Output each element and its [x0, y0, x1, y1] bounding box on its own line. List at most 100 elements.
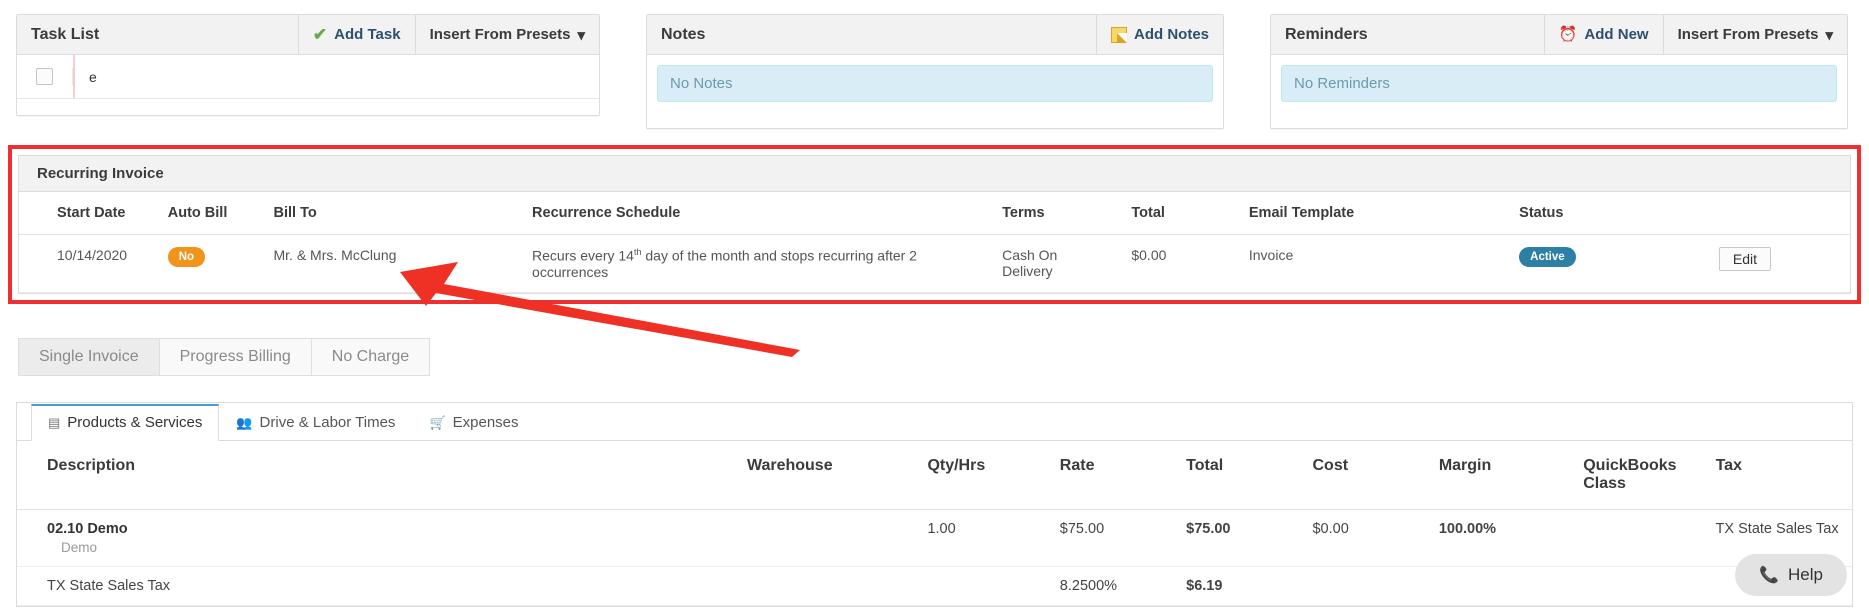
add-task-button[interactable]: ✔ Add Task	[297, 15, 415, 54]
column-header-actions	[1708, 192, 1850, 235]
cell-cost: $0.00	[1304, 509, 1431, 567]
phone-icon: 📞	[1759, 567, 1780, 584]
reminders-body: No Reminders	[1271, 65, 1847, 128]
recurring-invoice-highlight: Recurring Invoice Start Date Auto Bill B…	[8, 145, 1861, 304]
chevron-down-icon: ▾	[1825, 26, 1833, 44]
recurrence-text-pre: Recurs every 14	[532, 247, 634, 264]
top-panels-row: Task List ✔ Add Task Insert From Presets…	[0, 0, 1869, 129]
task-list-body: e	[17, 55, 599, 115]
cell-total: $0.00	[1121, 234, 1239, 293]
notes-title: Notes	[661, 25, 706, 43]
cell-qty-hrs: 1.00	[919, 509, 1052, 567]
task-list-header: Task List ✔ Add Task Insert From Presets…	[17, 15, 599, 55]
cell-rate: $75.00	[1051, 509, 1179, 567]
tab-expenses[interactable]: 🛒 Expenses	[412, 404, 535, 441]
cell-bill-to: Mr. & Mrs. McClung	[263, 234, 523, 293]
help-label: Help	[1788, 565, 1823, 584]
tab-drive-labor-times[interactable]: 👥 Drive & Labor Times	[219, 404, 412, 441]
task-checkbox[interactable]	[36, 68, 53, 85]
help-button[interactable]: 📞 Help	[1735, 554, 1847, 596]
task-insert-presets-button[interactable]: Insert From Presets ▾	[414, 15, 599, 54]
column-header-qty-hrs: Qty/Hrs	[919, 440, 1052, 510]
line-items-header-row: Description Warehouse Qty/Hrs Rate Total…	[17, 440, 1852, 510]
chevron-down-icon: ▾	[577, 26, 585, 44]
task-insert-presets-label: Insert From Presets	[429, 26, 571, 43]
cell-edit-action: Edit	[1708, 234, 1850, 293]
table-row: 02.10 Demo Demo 1.00 $75.00 $75.00 $0.00…	[17, 509, 1852, 567]
cell-terms: Cash On Delivery	[992, 234, 1122, 293]
item-name: 02.10 Demo	[47, 520, 128, 537]
notes-header: Notes Add Notes	[647, 15, 1223, 55]
column-header-terms: Terms	[992, 192, 1122, 235]
cell-start-date: 10/14/2020	[19, 234, 158, 293]
billing-type-single-invoice[interactable]: Single Invoice	[18, 337, 160, 376]
cell-cost	[1304, 566, 1431, 606]
cell-quickbooks-class	[1575, 566, 1708, 606]
column-header-tax: Tax	[1707, 440, 1852, 510]
check-icon: ✔	[312, 25, 328, 44]
line-items-card: ▤ Products & Services 👥 Drive & Labor Ti…	[16, 401, 1853, 607]
add-notes-button[interactable]: Add Notes	[1096, 15, 1223, 54]
add-task-label: Add Task	[334, 26, 401, 43]
cell-quickbooks-class	[1575, 509, 1708, 567]
tab-products-services-label: Products & Services	[67, 414, 203, 432]
column-header-warehouse: Warehouse	[738, 440, 920, 510]
people-icon: 👥	[236, 414, 253, 430]
tab-drive-labor-times-label: Drive & Labor Times	[259, 414, 396, 432]
billing-type-no-charge[interactable]: No Charge	[310, 337, 431, 376]
reminders-header: Reminders ⏰ Add New Insert From Presets …	[1271, 15, 1847, 55]
cell-total: $75.00	[1178, 509, 1305, 567]
cell-rate: 8.2500%	[1051, 566, 1179, 606]
cell-margin: 100.00%	[1430, 509, 1576, 567]
column-header-quickbooks-class: QuickBooks Class	[1575, 440, 1708, 510]
column-header-bill-to: Bill To	[263, 192, 523, 235]
column-header-total: Total	[1121, 192, 1239, 235]
notes-panel: Notes Add Notes No Notes	[646, 14, 1224, 129]
edit-button[interactable]: Edit	[1718, 247, 1772, 271]
cell-qty-hrs	[919, 566, 1052, 606]
cart-icon: 🛒	[429, 414, 446, 430]
column-header-status: Status	[1509, 192, 1709, 235]
item-subtext: Demo	[61, 539, 98, 555]
column-header-email-template: Email Template	[1238, 192, 1510, 235]
line-items-tabs: ▤ Products & Services 👥 Drive & Labor Ti…	[17, 403, 1852, 441]
reminder-insert-presets-label: Insert From Presets	[1677, 26, 1819, 43]
tab-products-services[interactable]: ▤ Products & Services	[31, 403, 220, 441]
cell-email-template: Invoice	[1238, 234, 1510, 293]
reminders-title: Reminders	[1285, 25, 1368, 43]
add-notes-label: Add Notes	[1134, 26, 1209, 43]
cell-warehouse	[738, 566, 920, 606]
recurring-invoice-table: Start Date Auto Bill Bill To Recurrence …	[19, 192, 1850, 293]
task-row[interactable]: e	[17, 55, 599, 99]
cell-description: TX State Sales Tax	[17, 566, 739, 606]
recurring-invoice-row: 10/14/2020 No Mr. & Mrs. McClung Recurs …	[19, 234, 1850, 293]
alarm-clock-icon: ⏰	[1558, 26, 1578, 43]
notes-body: No Notes	[647, 65, 1223, 128]
cell-total: $6.19	[1178, 566, 1305, 606]
clipboard-icon: ▤	[48, 414, 61, 430]
task-row-text: e	[73, 55, 599, 98]
billing-type-progress-billing[interactable]: Progress Billing	[158, 337, 312, 376]
status-badge: Active	[1519, 247, 1576, 268]
column-header-recurrence: Recurrence Schedule	[522, 192, 993, 235]
cell-description: 02.10 Demo Demo	[17, 509, 739, 567]
add-new-reminder-label: Add New	[1584, 26, 1649, 43]
cell-auto-bill: No	[157, 234, 264, 293]
recurring-invoice-title: Recurring Invoice	[19, 156, 1850, 192]
cell-status: Active	[1509, 234, 1709, 293]
column-header-start-date: Start Date	[19, 192, 158, 235]
reminder-insert-presets-button[interactable]: Insert From Presets ▾	[1662, 15, 1847, 54]
column-header-description: Description	[17, 440, 739, 510]
reminders-panel: Reminders ⏰ Add New Insert From Presets …	[1270, 14, 1848, 129]
billing-type-button-group: Single Invoice Progress Billing No Charg…	[18, 337, 1869, 376]
table-row: TX State Sales Tax 8.2500% $6.19	[17, 566, 1852, 606]
note-icon	[1111, 26, 1127, 43]
column-header-rate: Rate	[1051, 440, 1179, 510]
cell-warehouse	[738, 509, 920, 567]
column-header-margin: Margin	[1430, 440, 1576, 510]
task-checkbox-cell[interactable]	[17, 68, 73, 85]
column-header-total: Total	[1178, 440, 1305, 510]
task-list-footer	[17, 99, 599, 115]
add-new-reminder-button[interactable]: ⏰ Add New	[1543, 15, 1663, 54]
recurring-invoice-header-row: Start Date Auto Bill Bill To Recurrence …	[19, 192, 1850, 235]
